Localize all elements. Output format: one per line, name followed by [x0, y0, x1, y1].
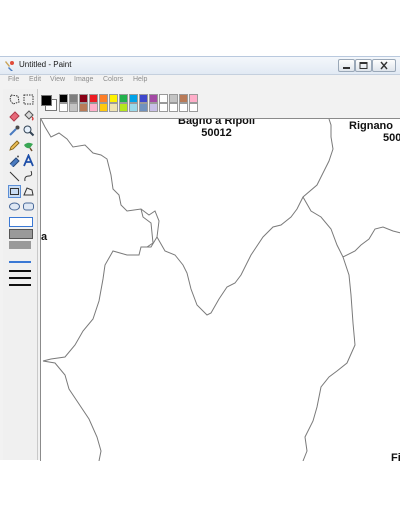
- palette-row2-swatch-4[interactable]: [99, 103, 108, 112]
- color-palette: [40, 93, 200, 113]
- window-title: Untitled - Paint: [19, 60, 72, 69]
- palette-row1-swatch-11[interactable]: [169, 94, 178, 103]
- line-width-2[interactable]: [9, 270, 31, 272]
- curve-icon[interactable]: [22, 170, 35, 183]
- palette-row2-swatch-6[interactable]: [119, 103, 128, 112]
- rignano-name: Rignano: [349, 120, 393, 132]
- brush-icon[interactable]: [22, 139, 35, 152]
- shape-fill-options: [6, 217, 34, 335]
- palette-row2-swatch-10[interactable]: [159, 103, 168, 112]
- free-form-select-icon[interactable]: [8, 93, 21, 106]
- palette-row2-swatch-8[interactable]: [139, 103, 148, 112]
- rectangle-icon[interactable]: [8, 185, 21, 198]
- palette-row1-swatch-3[interactable]: [89, 94, 98, 103]
- maximize-button[interactable]: [355, 59, 372, 72]
- menu-image[interactable]: Image: [74, 76, 93, 83]
- minimize-button[interactable]: [338, 59, 355, 72]
- paint-window: Untitled - Paint File Edit View Image Co…: [0, 56, 400, 461]
- palette-row1-swatch-4[interactable]: [99, 94, 108, 103]
- line-width-1[interactable]: [9, 261, 31, 263]
- rignano-zip: 500: [383, 132, 400, 144]
- line-icon[interactable]: [8, 170, 21, 183]
- palette-row2-swatch-11[interactable]: [169, 103, 178, 112]
- title-bar[interactable]: Untitled - Paint: [0, 57, 400, 75]
- ellipse-icon[interactable]: [8, 200, 21, 213]
- palette-row2-swatch-2[interactable]: [79, 103, 88, 112]
- line-width-4[interactable]: [9, 284, 31, 286]
- menu-edit[interactable]: Edit: [29, 76, 41, 83]
- pencil-icon[interactable]: [8, 139, 21, 152]
- map-label-bagno-a-ripoli: Bagno a Ripoli 50012: [178, 118, 255, 139]
- palette-row2-swatch-9[interactable]: [149, 103, 158, 112]
- bagno-a-ripoli-zip: 50012: [201, 127, 232, 139]
- map-label-left: a: [41, 231, 48, 243]
- palette-row2-swatch-1[interactable]: [69, 103, 78, 112]
- menu-help[interactable]: Help: [133, 76, 147, 83]
- fill-only-option[interactable]: [9, 241, 31, 249]
- rect-select-icon[interactable]: [22, 93, 35, 106]
- text-tool-icon[interactable]: [22, 154, 35, 167]
- palette-row2-swatch-12[interactable]: [179, 103, 188, 112]
- map-label-bottom-right: Fi: [391, 452, 400, 461]
- palette-row2-swatch-7[interactable]: [129, 103, 138, 112]
- palette-row1-swatch-13[interactable]: [189, 94, 198, 103]
- outline-only-option[interactable]: [9, 217, 33, 227]
- rounded-rect-icon[interactable]: [22, 200, 35, 213]
- eraser-icon[interactable]: [8, 109, 21, 122]
- map-outline-drawing: [41, 119, 400, 461]
- close-button[interactable]: [372, 59, 396, 72]
- menu-bar: File Edit View Image Colors Help: [0, 75, 400, 86]
- menu-colors[interactable]: Colors: [103, 76, 123, 83]
- outline-fill-option[interactable]: [9, 229, 33, 239]
- palette-row1-swatch-7[interactable]: [129, 94, 138, 103]
- palette-row1-swatch-9[interactable]: [149, 94, 158, 103]
- menu-file[interactable]: File: [8, 76, 19, 83]
- airbrush-icon[interactable]: [8, 154, 21, 167]
- palette-row1-swatch-8[interactable]: [139, 94, 148, 103]
- palette-row1-swatch-12[interactable]: [179, 94, 188, 103]
- palette-row1-swatch-10[interactable]: [159, 94, 168, 103]
- palette-row1-swatch-6[interactable]: [119, 94, 128, 103]
- palette-row1-swatch-2[interactable]: [79, 94, 88, 103]
- paint-app-icon: [4, 59, 15, 71]
- palette-row2-swatch-5[interactable]: [109, 103, 118, 112]
- palette-row1-swatch-0[interactable]: [59, 94, 68, 103]
- bagno-a-ripoli-name: Bagno a Ripoli: [178, 118, 255, 127]
- palette-row2-swatch-13[interactable]: [189, 103, 198, 112]
- fill-bucket-icon[interactable]: [22, 109, 35, 122]
- magnifier-icon[interactable]: [22, 124, 35, 137]
- map-label-rignano: Rignano 500: [349, 120, 400, 144]
- toolbox: [3, 89, 38, 460]
- line-width-3[interactable]: [9, 277, 31, 279]
- palette-row2-swatch-0[interactable]: [59, 103, 68, 112]
- drawing-canvas[interactable]: Bagno a Ripoli 50012 Rignano 500 a Fi: [40, 118, 400, 461]
- polygon-icon[interactable]: [22, 185, 35, 198]
- palette-row2-swatch-3[interactable]: [89, 103, 98, 112]
- pick-color-icon[interactable]: [8, 124, 21, 137]
- menu-view[interactable]: View: [50, 76, 65, 83]
- palette-row1-swatch-5[interactable]: [109, 94, 118, 103]
- palette-row1-swatch-1[interactable]: [69, 94, 78, 103]
